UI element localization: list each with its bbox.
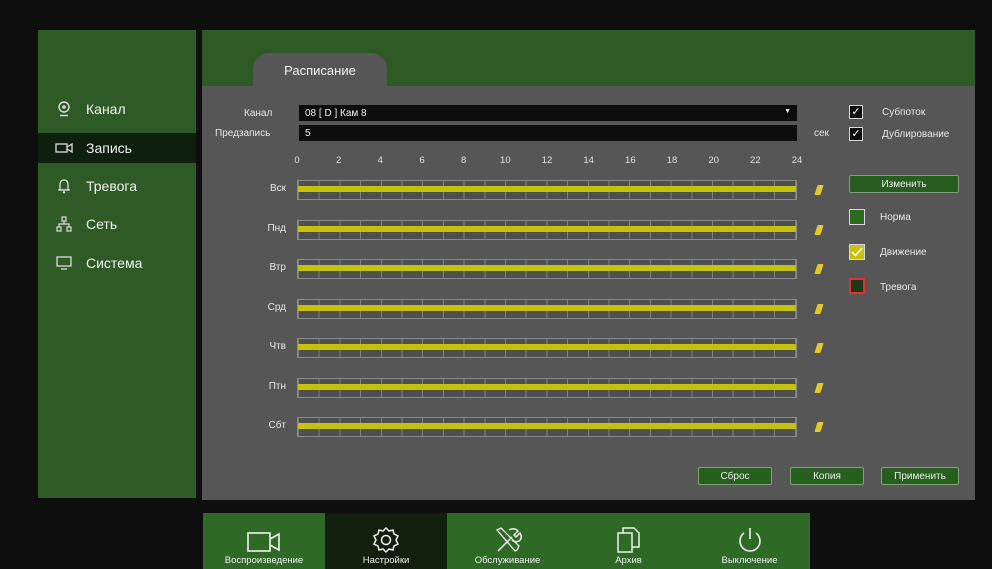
day-label: Вск: [269, 183, 286, 194]
sidebar: Канал Запись Тревога Сеть Система: [38, 30, 196, 498]
schedule-bar: [298, 304, 796, 311]
channel-select[interactable]: 08 [ D ] Кам 8 ▼: [299, 105, 797, 121]
channel-value: 08 [ D ] Кам 8: [305, 107, 367, 119]
nav-archive[interactable]: Архив: [568, 513, 689, 569]
nav-label: Архив: [615, 555, 642, 566]
hour-tick-label: 20: [708, 155, 719, 166]
bell-icon: [54, 178, 74, 194]
schedule-bar: [298, 423, 796, 429]
day-label: Втр: [269, 262, 286, 273]
nav-label: Обслуживание: [474, 555, 541, 566]
prerecord-label: Предзапись: [215, 128, 271, 139]
settings-icon: [372, 526, 400, 554]
legend-normal-swatch[interactable]: [849, 209, 865, 225]
apply-button[interactable]: Применить: [881, 467, 959, 485]
edit-button[interactable]: Изменить: [849, 175, 959, 193]
sidebar-item-label: Система: [86, 255, 143, 271]
schedule-bar: [298, 186, 796, 192]
hour-tick-label: 18: [666, 155, 678, 166]
schedule-bar: [298, 383, 796, 390]
day-label: Пнд: [267, 222, 286, 234]
tab-schedule[interactable]: Расписание: [253, 53, 387, 87]
sidebar-item-system[interactable]: Система: [38, 248, 196, 278]
hour-tick-label: 0: [294, 155, 300, 166]
nav-power[interactable]: Выключение: [689, 513, 810, 569]
day-label: Птн: [268, 380, 286, 392]
nav-label: Выключение: [721, 555, 778, 566]
nav-maintenance[interactable]: Обслуживание: [447, 513, 568, 569]
reset-button[interactable]: Сброс: [698, 467, 772, 485]
legend-alarm-label: Тревога: [880, 282, 917, 293]
chevron-down-icon: ▼: [784, 108, 791, 115]
nav-settings[interactable]: Настройки: [325, 513, 447, 569]
network-icon: [54, 216, 74, 232]
sidebar-item-alarm[interactable]: Тревога: [38, 171, 196, 201]
substream-label: Субпоток: [882, 107, 926, 118]
nav-label: Настройки: [362, 555, 410, 566]
record-icon: [54, 140, 74, 156]
sidebar-item-label: Запись: [86, 140, 132, 156]
nav-playback[interactable]: Воспроизведение: [203, 513, 325, 569]
prerecord-unit: сек: [814, 128, 829, 139]
sidebar-item-label: Сеть: [86, 216, 118, 232]
hour-tick-label: 14: [583, 155, 594, 166]
playback-icon: [247, 532, 280, 552]
prerecord-input[interactable]: 5: [299, 125, 797, 141]
hour-tick-label: 12: [541, 155, 553, 166]
monitor-icon: [54, 255, 74, 271]
maintenance-icon: [495, 527, 522, 552]
substream-checkbox[interactable]: ✓: [849, 105, 863, 119]
schedule-bar: [298, 344, 796, 350]
sidebar-item-record[interactable]: Запись: [38, 133, 196, 163]
duplication-checkbox[interactable]: ✓: [849, 127, 863, 141]
hour-tick-label: 2: [336, 155, 342, 166]
hour-tick-label: 16: [625, 155, 636, 166]
bottom-nav: Воспроизведение Настройки Обслуживание А…: [203, 513, 810, 569]
legend-motion-swatch[interactable]: [849, 244, 865, 260]
check-icon: [851, 247, 863, 257]
schedule-bar: [298, 265, 796, 271]
hour-tick-label: 24: [791, 155, 803, 166]
legend-motion-label: Движение: [880, 247, 927, 258]
duplication-label: Дублирование: [882, 129, 950, 140]
channel-label: Канал: [244, 108, 273, 119]
hour-tick-label: 10: [500, 155, 511, 166]
sidebar-item-channel[interactable]: Канал: [38, 94, 196, 124]
copy-button[interactable]: Копия: [790, 467, 864, 485]
schedule-bar: [298, 225, 796, 232]
camera-icon: [54, 101, 74, 117]
sidebar-item-label: Канал: [86, 101, 126, 117]
nav-label: Воспроизведение: [224, 555, 304, 566]
hour-tick-label: 4: [377, 155, 383, 166]
hour-tick-label: 6: [419, 155, 425, 166]
legend-alarm-swatch[interactable]: [849, 278, 865, 294]
archive-icon: [616, 527, 640, 553]
sidebar-item-label: Тревога: [86, 178, 137, 194]
legend-normal-label: Норма: [880, 212, 911, 223]
sidebar-item-network[interactable]: Сеть: [38, 209, 196, 239]
day-label: Срд: [267, 301, 286, 313]
hour-tick-label: 22: [750, 155, 761, 166]
day-label: Сбт: [268, 420, 286, 431]
power-icon: [738, 528, 761, 552]
day-label: Чтв: [269, 341, 286, 352]
hour-tick-label: 8: [461, 155, 467, 166]
